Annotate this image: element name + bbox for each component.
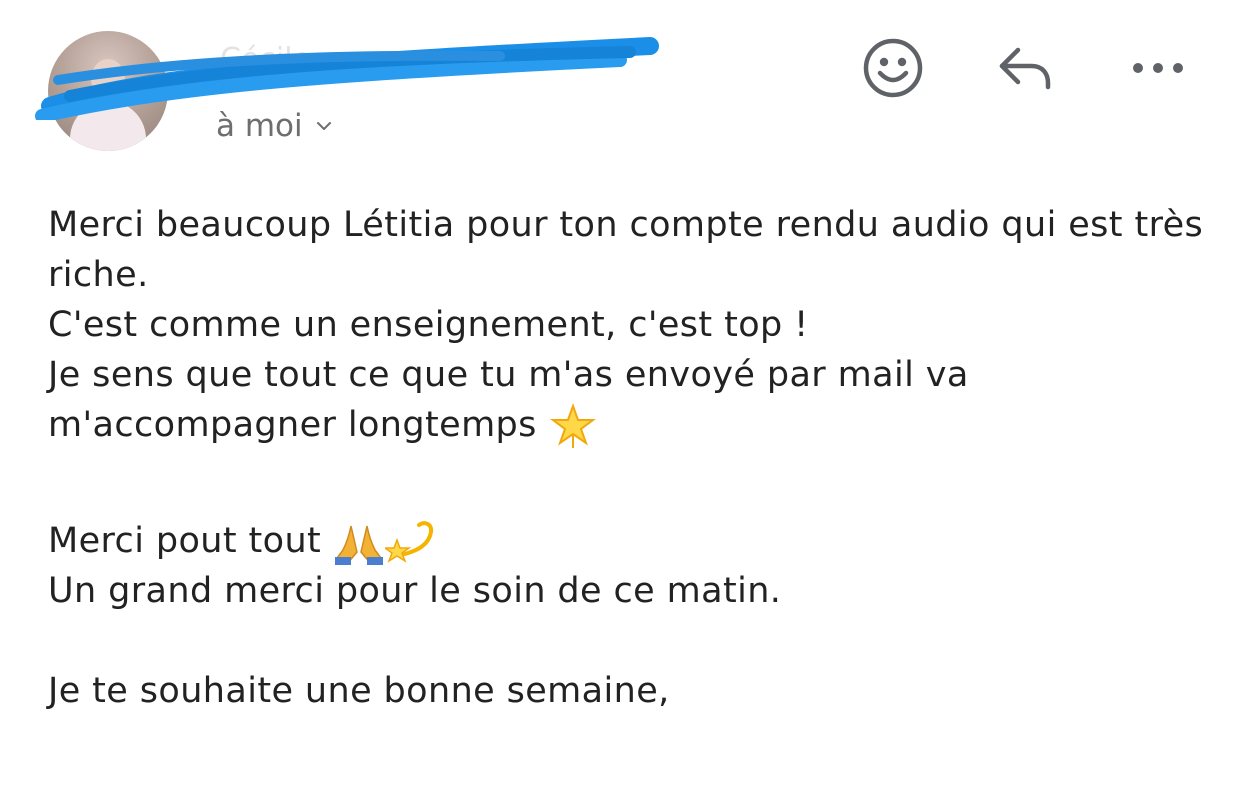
message-line: Je te souhaite une bonne semaine, <box>48 671 670 711</box>
add-reaction-button[interactable] <box>861 36 925 100</box>
reply-arrow-icon <box>999 47 1051 90</box>
praying-hands-icon <box>335 525 384 565</box>
message-line-with-emoji: Je sens que tout ce que tu m'as envoyé p… <box>48 350 1208 450</box>
sender-avatar[interactable] <box>48 31 168 151</box>
more-options-icon <box>1133 63 1183 73</box>
chevron-down-icon[interactable] <box>315 117 333 135</box>
dizzy-star-icon <box>385 521 434 563</box>
recipient-toggle[interactable]: à moi <box>216 108 333 144</box>
reply-button[interactable] <box>994 36 1058 100</box>
more-options-button[interactable] <box>1126 36 1190 100</box>
message-body: Merci beaucoup Létitia pour ton compte r… <box>48 200 1208 716</box>
message-line-text: Je sens que tout ce que tu m'as envoyé p… <box>48 355 981 445</box>
avatar-head <box>91 59 125 99</box>
sender-name[interactable]: Cécile ... <box>220 42 349 77</box>
message-line: Merci beaucoup Létitia pour ton compte r… <box>48 205 1215 295</box>
glowing-star-icon <box>549 403 596 448</box>
avatar-torso <box>70 101 146 151</box>
message-line: Un grand merci pour le soin de ce matin. <box>48 571 782 611</box>
smiley-face-icon <box>863 38 923 98</box>
message-line-text: Merci pout tout <box>48 521 322 561</box>
message-line: C'est comme un enseignement, c'est top ! <box>48 305 809 345</box>
message-line-with-emoji: Merci pout tout <box>48 516 1208 566</box>
recipient-label: à moi <box>216 108 303 144</box>
